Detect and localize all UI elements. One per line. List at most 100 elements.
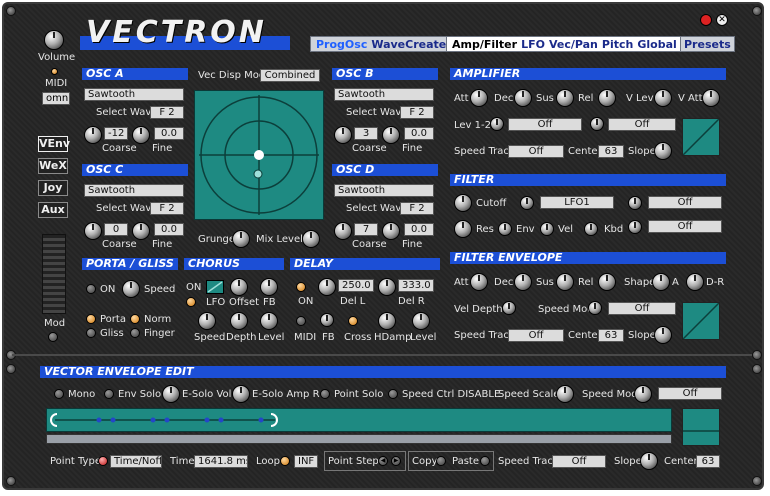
tab-lfo[interactable]: LFO [521, 38, 545, 51]
loop-led[interactable] [280, 456, 290, 466]
tab-wavecreate[interactable]: WaveCreate [371, 38, 446, 51]
osc-d-coarse-value[interactable]: 7 [354, 223, 378, 236]
filter-mod3-source[interactable]: Off [648, 220, 722, 233]
omni-field[interactable]: omni [42, 92, 70, 105]
copy-button[interactable] [436, 456, 446, 466]
filter-cutoff-knob[interactable] [454, 194, 472, 212]
osc-c-fine-value[interactable]: 0.0 [154, 223, 184, 236]
point-solo-led[interactable] [320, 389, 330, 399]
osc-d-wave[interactable]: Sawtooth [334, 184, 434, 197]
filter-env-knob[interactable] [498, 222, 512, 236]
porta-speed-knob[interactable] [122, 280, 140, 298]
point-type-value[interactable]: Time/Noff [110, 455, 162, 468]
tab-amp-filter[interactable]: Amp/Filter [452, 38, 517, 51]
osc-b-fine-value[interactable]: 0.0 [404, 127, 434, 140]
fenv-shape-dr-knob[interactable] [686, 273, 704, 291]
osc-a-select-value[interactable]: F 2 [150, 106, 184, 119]
filter-res-knob[interactable] [454, 220, 472, 238]
delay-r-value[interactable]: 333.0 [398, 279, 434, 292]
filter-mod2-source[interactable]: Off [648, 196, 722, 209]
osc-b-fine-knob[interactable] [382, 126, 400, 144]
fenv-dec-knob[interactable] [514, 273, 532, 291]
gliss-led[interactable] [86, 328, 96, 338]
sidebar-wex[interactable]: WeX [38, 158, 68, 174]
amp-dec-knob[interactable] [514, 89, 532, 107]
tab-global[interactable]: Global [637, 38, 676, 51]
osc-c-coarse-knob[interactable] [84, 222, 102, 240]
time-value[interactable]: 1641.8 ms [194, 455, 248, 468]
esolo-amp-knob[interactable] [232, 385, 250, 403]
porta-on-led[interactable] [86, 284, 96, 294]
fenv-slope-knob[interactable] [654, 326, 672, 344]
paste-button[interactable] [480, 456, 490, 466]
mod-wheel[interactable] [42, 234, 66, 314]
fenv-att-knob[interactable] [470, 273, 488, 291]
chorus-fb-knob[interactable] [260, 278, 278, 296]
sidebar-aux[interactable]: Aux [38, 202, 68, 218]
point-step-prev-icon[interactable]: ◀ [378, 456, 388, 466]
esolo-vol-knob[interactable] [162, 385, 180, 403]
fenv-shape-a-knob[interactable] [652, 273, 670, 291]
osc-a-wave[interactable]: Sawtooth [84, 88, 184, 101]
vector-display[interactable] [194, 90, 324, 220]
osc-b-wave[interactable]: Sawtooth [334, 88, 434, 101]
filter-vel-knob[interactable] [540, 222, 554, 236]
amp-lev12-source-2[interactable]: Off [608, 118, 676, 131]
osc-c-select-value[interactable]: F 2 [150, 202, 184, 215]
filter-mod1-knob[interactable] [520, 196, 534, 210]
tab-vec-pan[interactable]: Vec/Pan [549, 38, 598, 51]
tab-progosc[interactable]: ProgOsc [316, 38, 367, 51]
fenv-sus-knob[interactable] [556, 273, 574, 291]
sidebar-joy[interactable]: Joy [38, 180, 68, 196]
minimize-icon[interactable] [700, 14, 712, 26]
presets-button[interactable]: Presets [680, 36, 735, 52]
speed-ctrl-led[interactable] [388, 389, 398, 399]
amp-lev12-knob[interactable] [490, 117, 504, 131]
amp-center-value[interactable]: 63 [598, 145, 624, 158]
porta-mode-led[interactable] [86, 314, 96, 324]
close-icon[interactable]: ✕ [716, 14, 728, 26]
chorus-on-led[interactable] [186, 297, 196, 307]
delay-midi-led[interactable] [296, 316, 306, 326]
osc-d-coarse-knob[interactable] [334, 222, 352, 240]
point-type-led[interactable] [98, 456, 108, 466]
norm-led[interactable] [130, 314, 140, 324]
env-solo-led[interactable] [104, 389, 114, 399]
fenv-speed-mod-knob[interactable] [588, 301, 602, 315]
mono-led[interactable] [54, 389, 64, 399]
amp-vatt-knob[interactable] [702, 89, 720, 107]
vec-speed-mod-value[interactable]: Off [658, 387, 722, 400]
vec-speed-mod-knob[interactable] [634, 385, 652, 403]
filter-mod3-knob[interactable] [628, 220, 642, 234]
delay-hdamp-knob[interactable] [378, 312, 396, 330]
filter-kbd-knob[interactable] [584, 222, 598, 236]
fenv-speed-track-value[interactable]: Off [508, 329, 564, 342]
chorus-offset-knob[interactable] [230, 278, 248, 296]
fenv-speed-mod-value[interactable]: Off [608, 302, 676, 315]
mod-led[interactable] [48, 332, 58, 342]
delay-level-knob[interactable] [412, 312, 430, 330]
osc-d-fine-knob[interactable] [382, 222, 400, 240]
tab-pitch[interactable]: Pitch [602, 38, 633, 51]
osc-d-fine-value[interactable]: 0.0 [404, 223, 434, 236]
amp-speed-track-value[interactable]: Off [508, 145, 564, 158]
fenv-rel-knob[interactable] [598, 273, 616, 291]
amp-lev12-source[interactable]: Off [508, 118, 582, 131]
chorus-wave-icon[interactable] [206, 280, 224, 294]
delay-l-value[interactable]: 250.0 [338, 279, 374, 292]
speed-scale-knob[interactable] [556, 385, 574, 403]
loop-value[interactable]: INF [294, 455, 318, 468]
chorus-level-knob[interactable] [260, 312, 278, 330]
amp-slope-knob[interactable] [654, 142, 672, 160]
fenv-center-value[interactable]: 63 [598, 329, 624, 342]
vec-center-value[interactable]: 63 [696, 455, 720, 468]
osc-a-coarse-knob[interactable] [84, 126, 102, 144]
delay-l-knob[interactable] [318, 278, 336, 296]
osc-c-fine-knob[interactable] [132, 222, 150, 240]
timeline-scrollbar[interactable] [46, 434, 672, 444]
mix-level-knob[interactable] [302, 230, 320, 248]
delay-cross-led[interactable] [348, 316, 358, 326]
osc-a-fine-value[interactable]: 0.0 [154, 127, 184, 140]
delay-fb-knob[interactable] [320, 313, 334, 327]
vec-disp-mode[interactable]: Combined [260, 69, 320, 82]
